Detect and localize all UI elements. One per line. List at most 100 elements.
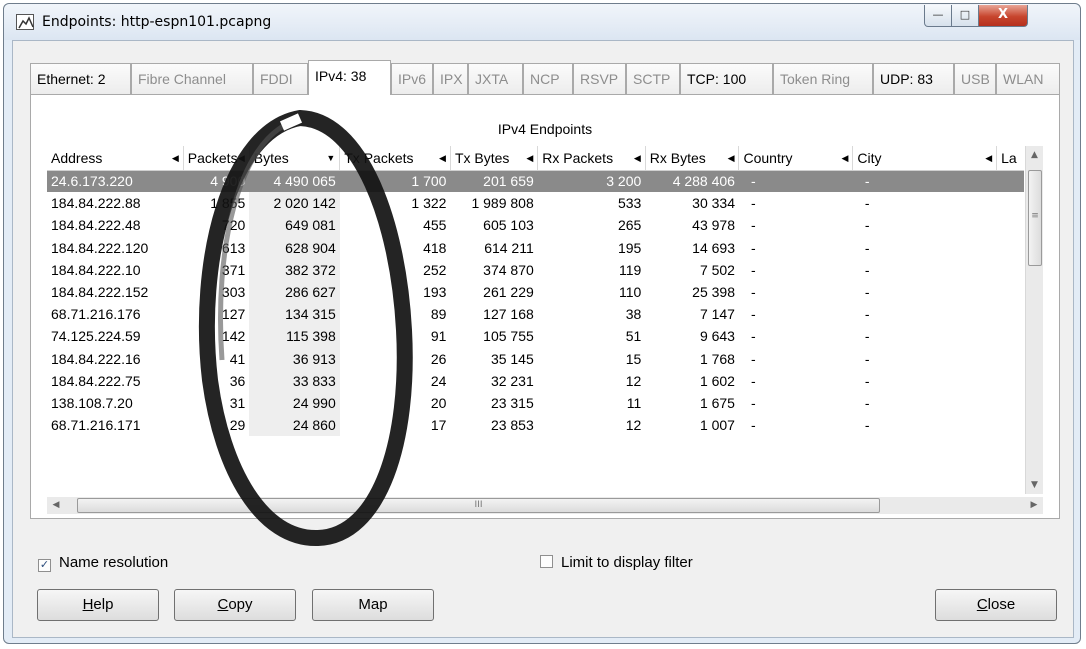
table-row[interactable]: 24.6.173.220 4 900 4 490 065 1 700 201 659 3 … [47,170,1024,193]
vertical-scrollbar[interactable]: ▲ ≡ ▼ [1025,146,1043,494]
table-cell: 36 913 [249,347,340,370]
table-cell [997,303,1024,325]
help-button[interactable]: Help [37,589,159,621]
table-cell: 51 [625,328,642,345]
sort-arrow-icon: ◀ [841,152,849,163]
table-cell: - [750,261,756,278]
tab-sctp[interactable]: SCTP [626,63,680,95]
column-header-address[interactable]: Address ◀ [47,146,184,171]
scroll-down-arrow-icon[interactable]: ▼ [1026,476,1043,494]
table-cell: 184.84.222.75 [51,372,141,389]
tab-fddi[interactable]: FDDI [253,63,308,95]
table-row[interactable]: 184.84.222.88 1 855 2 020 142 1 322 1 989 80… [47,192,1024,215]
table-cell: 265 [617,217,642,234]
table-row[interactable]: 184.84.222.75 36 33 833 24 32 231 12 1 602- - [47,369,1024,392]
table-cell: 11 [626,394,642,411]
table-cell [997,281,1024,303]
ipv4-tab-panel: IPv4 Endpoints Address ◀ Packets ◀ Bytes ▼ Tx … [30,94,1060,519]
table-row[interactable]: 184.84.222.152 303 286 627 193 261 229 110 25 … [47,280,1024,304]
copy-button[interactable]: Copy [174,589,296,621]
table-cell: - [750,372,756,389]
tab-ethernet[interactable]: Ethernet: 2 [30,63,131,95]
tab-ipv4[interactable]: IPv4: 38 [308,60,391,95]
table-row[interactable]: 138.108.7.20 31 24 990 20 23 315 11 1 675- - [47,391,1024,415]
protocol-tab-bar: Ethernet: 2 Fibre Channel FDDI IPv4: 38 IPv6… [30,60,1060,95]
close-button[interactable]: Close [935,589,1057,621]
table-cell: 17 [430,417,447,434]
checkbox-checked-icon[interactable]: ✓ [38,559,51,572]
tab-token-ring[interactable]: Token Ring [773,63,873,95]
tab-ncp[interactable]: NCP [523,63,573,95]
column-header-rx-bytes[interactable]: Rx Bytes ◀ [645,146,740,171]
table-row[interactable]: 74.125.224.59 142 115 398 91 105 755 51 9 643-… [47,325,1024,348]
table-cell [997,259,1024,281]
column-header-rx-packets[interactable]: Rx Packets ◀ [537,146,646,171]
title-bar[interactable]: Endpoints: http-espn101.pcapng — □ X [4,4,1080,40]
tab-ipv6[interactable]: IPv6 [391,63,433,95]
endpoints-table: Address ◀ Packets ◀ Bytes ▼ Tx Packets ◀ Tx Byte… [47,146,1024,494]
horizontal-scroll-thumb[interactable]: III [77,498,880,513]
map-button[interactable]: Map [312,589,434,621]
scroll-right-arrow-icon[interactable]: ▶ [1025,497,1043,514]
checkbox-unchecked-icon[interactable] [540,555,553,568]
table-cell: 614 211 [484,239,534,256]
table-cell: 26 [430,350,447,367]
tab-tcp[interactable]: TCP: 100 [680,63,773,95]
table-cell: 33 833 [249,369,340,392]
column-header-tx-bytes[interactable]: Tx Bytes ◀ [450,146,539,171]
table-cell [997,370,1024,392]
column-header-packets[interactable]: Packets ◀ [183,146,250,171]
tab-rsvp[interactable]: RSVP [573,63,626,95]
tab-jxta[interactable]: JXTA [468,63,523,95]
table-cell: 119 [618,261,642,278]
table-cell: 15 [625,350,642,367]
tab-usb[interactable]: USB [954,63,996,95]
table-cell [997,392,1024,414]
column-header-la[interactable]: La [996,146,1024,171]
name-resolution-label: Name resolution [59,554,169,571]
table-title: IPv4 Endpoints [497,121,593,137]
scroll-left-arrow-icon[interactable]: ◀ [47,497,65,514]
column-header-bytes[interactable]: Bytes ▼ [249,146,341,171]
maximize-button[interactable]: □ [951,5,979,27]
table-row[interactable]: 68.71.216.171 29 24 860 17 23 853 12 1 007- - [47,414,1024,437]
table-cell: 418 [423,239,447,256]
table-row[interactable]: 68.71.216.176 127 134 315 89 127 168 38 7 147-… [47,303,1024,326]
tab-udp[interactable]: UDP: 83 [873,63,954,95]
limit-filter-checkbox[interactable]: Limit to display filter [540,554,693,572]
tab-wlan[interactable]: WLAN [996,63,1060,95]
window-title: Endpoints: http-espn101.pcapng [42,14,272,30]
minimize-button[interactable]: — [924,5,952,27]
table-cell: 382 372 [249,258,340,281]
table-cell [996,170,1024,193]
table-cell: 7 147 [699,306,735,323]
table-cell: 24 860 [249,414,340,437]
vertical-scroll-thumb[interactable]: ≡ [1028,170,1042,266]
table-row[interactable]: 184.84.222.10 371 382 372 252 374 870 119 7 50… [47,258,1024,281]
table-cell: 195 [617,239,642,256]
table-cell: 74.125.224.59 [51,328,141,345]
table-cell: 30 334 [692,195,735,212]
table-cell: - [750,417,756,434]
table-cell: 14 693 [692,239,735,256]
column-header-country[interactable]: Country ◀ [738,146,854,171]
table-row[interactable]: 184.84.222.16 41 36 913 26 35 145 15 1 768- - [47,347,1024,370]
horizontal-scrollbar[interactable]: ◀ III ▶ [47,497,1043,514]
column-header-city[interactable]: City ◀ [852,146,998,171]
tab-fibre-channel[interactable]: Fibre Channel [131,63,253,95]
table-row[interactable]: 184.84.222.48 720 649 081 455 605 103 265 43 9… [47,214,1024,237]
table-cell: 4 900 [183,170,250,193]
table-cell: 193 [423,284,447,301]
tab-ipx[interactable]: IPX [433,63,468,95]
window-close-button[interactable]: X [978,5,1028,27]
table-cell: 127 [221,306,246,323]
table-cell [997,348,1024,370]
scroll-up-arrow-icon[interactable]: ▲ [1026,146,1043,164]
table-cell: 1 322 [411,195,447,212]
table-cell: 25 398 [692,284,735,301]
sort-arrow-icon: ◀ [985,152,993,163]
name-resolution-checkbox[interactable]: ✓ Name resolution [38,554,168,572]
table-row[interactable]: 184.84.222.120 613 628 904 418 614 211 195 14 … [47,236,1024,259]
table-cell: 720 [221,217,246,234]
column-header-tx-packets[interactable]: Tx Packets ◀ [339,146,451,171]
